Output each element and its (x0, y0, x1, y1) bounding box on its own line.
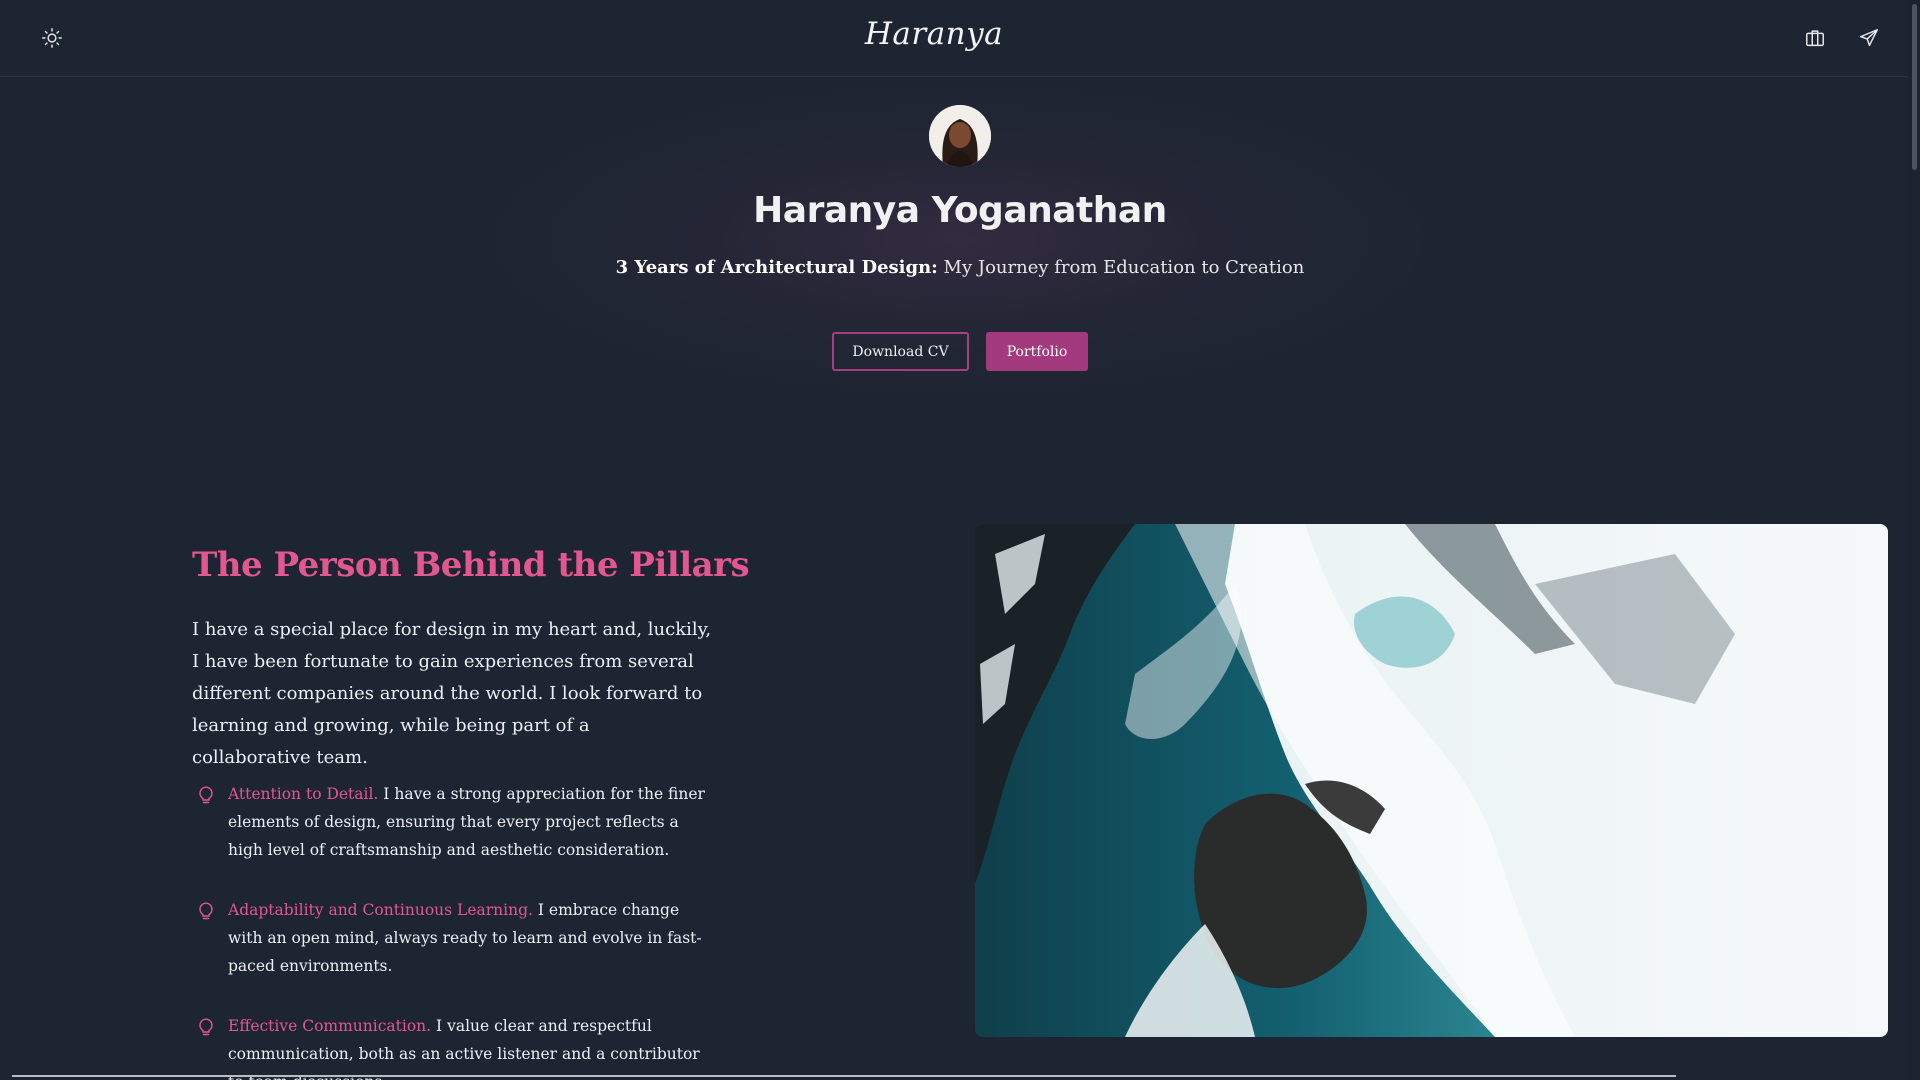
hero-name: Haranya Yoganathan (753, 190, 1167, 231)
brand-logo[interactable]: Haranya (0, 16, 1868, 52)
trait-adaptability: Adaptability and Continuous Learning. I … (192, 896, 712, 980)
aerial-coast-photo (975, 524, 1888, 1037)
trait-title: Effective Communication. (228, 1017, 432, 1035)
contact-nav-button[interactable] (1853, 22, 1885, 54)
bottom-divider (12, 1075, 1676, 1077)
hero-tagline-bold: 3 Years of Architectural Design: (615, 257, 938, 278)
page-scrollbar[interactable] (1908, 0, 1920, 1080)
about-intro: I have a special place for design in my … (192, 619, 712, 768)
briefcase-icon (1806, 30, 1824, 47)
send-icon (1860, 29, 1878, 47)
hero-tagline: 3 Years of Architectural Design: My Jour… (0, 257, 1920, 278)
trait-title: Attention to Detail. (228, 785, 379, 803)
scrollbar-thumb[interactable] (1912, 4, 1917, 170)
portfolio-nav-button[interactable] (1799, 22, 1831, 54)
hero-tagline-rest: My Journey from Education to Creation (937, 257, 1305, 278)
top-navbar: Haranya (0, 0, 1920, 77)
lightbulb-icon (199, 1018, 213, 1036)
portfolio-button[interactable]: Portfolio (986, 332, 1088, 371)
lightbulb-icon (199, 786, 213, 804)
trait-communication: Effective Communication. I value clear a… (192, 1012, 712, 1080)
trait-title: Adaptability and Continuous Learning. (228, 901, 533, 919)
download-cv-button[interactable]: Download CV (832, 332, 969, 371)
avatar (929, 105, 991, 167)
trait-attention-to-detail: Attention to Detail. I have a strong app… (192, 780, 712, 864)
traits-list: Attention to Detail. I have a strong app… (192, 780, 712, 1080)
about-heading: The Person Behind the Pillars (192, 545, 750, 585)
lightbulb-icon (199, 902, 213, 920)
